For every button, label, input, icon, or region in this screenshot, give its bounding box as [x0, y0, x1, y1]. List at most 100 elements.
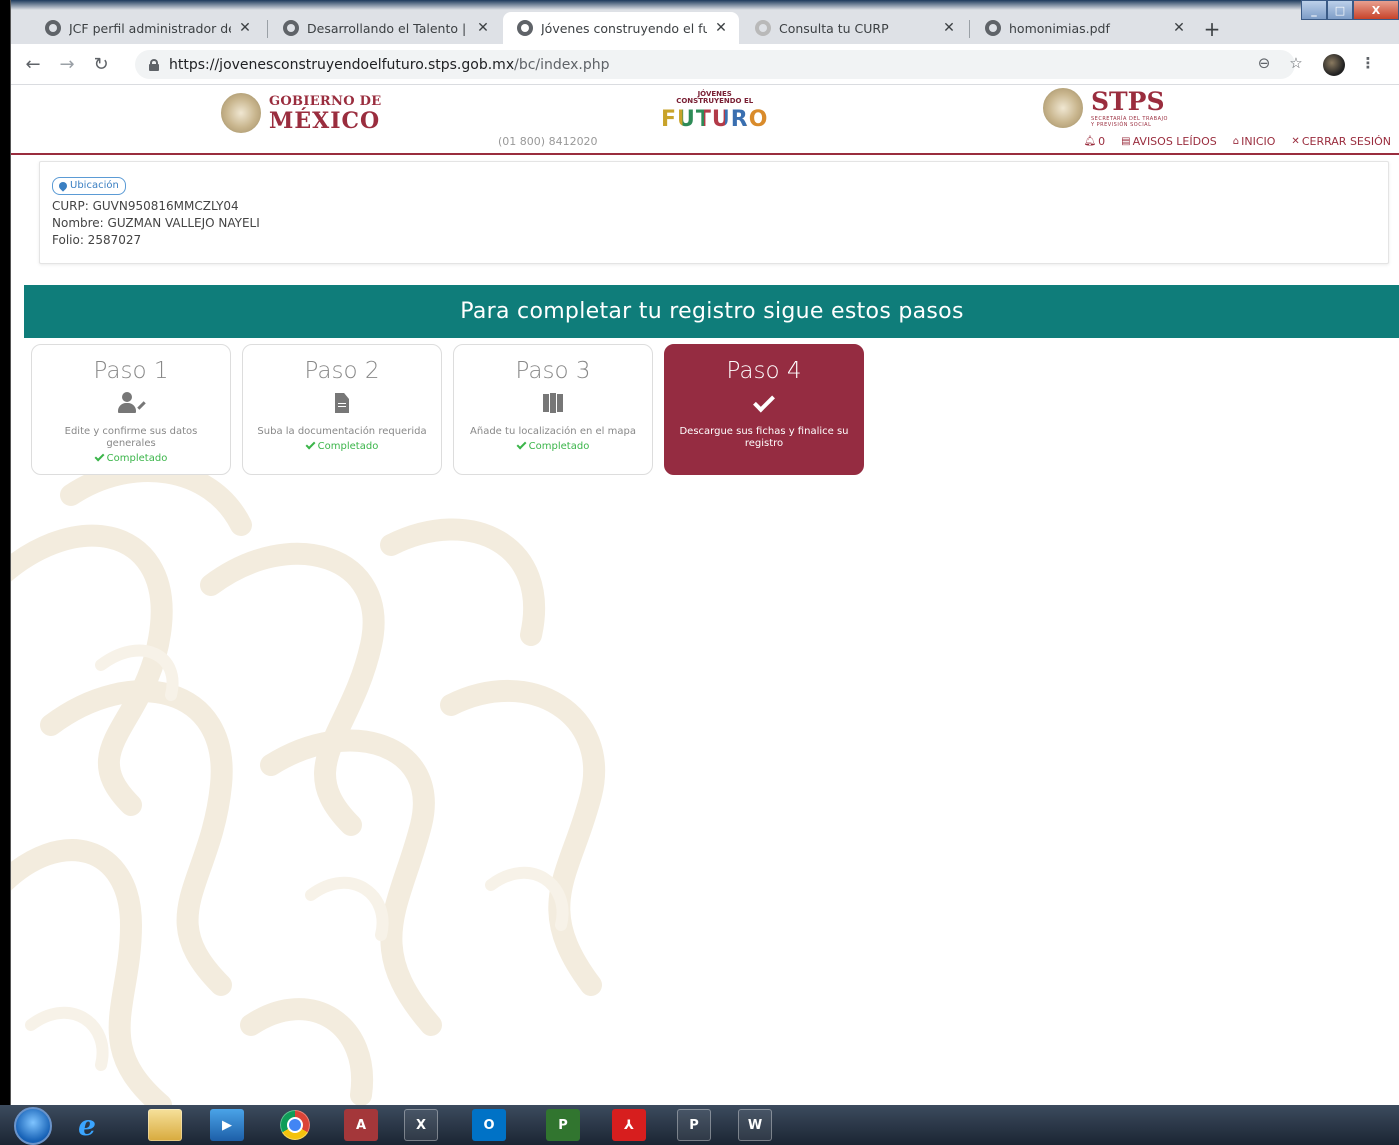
mexico-seal-icon	[1043, 88, 1083, 128]
header-nav: 🔔︎ 0 ▤ AVISOS LEÍDOS ⌂ INICIO ✕ CERRAR S…	[1083, 135, 1391, 148]
step-3-card[interactable]: Paso 3 Añade tu localización en el mapa …	[453, 344, 653, 475]
profile-avatar[interactable]	[1323, 54, 1345, 76]
globe-icon	[985, 20, 1001, 36]
tab-title: Jóvenes construyendo el futu	[541, 20, 707, 36]
step-4-card[interactable]: Paso 4 Descargue sus fichas y finalice s…	[664, 344, 864, 475]
bookmark-star-icon[interactable]: ☆	[1285, 54, 1307, 76]
file-explorer-icon[interactable]	[148, 1109, 182, 1141]
home-icon: ⌂	[1232, 136, 1240, 147]
step-desc: Añade tu localización en el mapa	[470, 426, 636, 437]
menu-kebab-icon[interactable]: ⋮	[1357, 54, 1379, 76]
close-icon[interactable]: ✕	[941, 20, 957, 36]
lock-icon[interactable]	[149, 58, 159, 71]
folio-text: Folio: 2587027	[52, 233, 142, 247]
document-icon	[335, 393, 349, 413]
close-icon[interactable]: ✕	[713, 20, 729, 36]
step-status: Completado	[32, 451, 230, 464]
bell-icon: 🔔︎	[1083, 136, 1097, 147]
map-icon	[543, 392, 563, 413]
inicio-link[interactable]: ⌂ INICIO	[1233, 135, 1276, 148]
step-status: Completado	[243, 439, 441, 452]
excel-icon[interactable]: X	[404, 1109, 438, 1141]
windows-taskbar: e ▶ A X O P ⅄ P W	[0, 1105, 1399, 1145]
tab-title: Consulta tu CURP	[779, 20, 889, 36]
step-2-card[interactable]: Paso 2 Suba la documentación requerida C…	[242, 344, 442, 475]
avisos-leidos-link[interactable]: ▤ AVISOS LEÍDOS	[1121, 135, 1217, 148]
stps-sub1: SECRETARÍA DEL TRABAJO	[1091, 115, 1168, 122]
steps-banner: Para completar tu registro sigue estos p…	[24, 285, 1399, 338]
background-pattern	[11, 465, 606, 1105]
close-icon: ✕	[1291, 136, 1300, 147]
jcf-line2: CONSTRUYENDO EL	[676, 97, 754, 106]
check-icon	[94, 451, 105, 462]
avisos-label: AVISOS LEÍDOS	[1132, 135, 1217, 148]
step-1-card[interactable]: Paso 1 Edite y confirme sus datos genera…	[31, 344, 231, 475]
notifications-count: 0	[1098, 135, 1106, 148]
window-controls: _ □ X	[1301, 0, 1399, 20]
user-edit-icon	[116, 392, 146, 414]
step-title: Paso 2	[304, 358, 380, 384]
tab-separator	[969, 20, 970, 38]
gob-line1: GOBIERNO DE	[269, 93, 382, 109]
tab-desarrollando-talento[interactable]: Desarrollando el Talento | Mé ✕	[269, 12, 501, 44]
close-icon[interactable]: ✕	[1171, 20, 1187, 36]
forward-button[interactable]: →	[53, 50, 81, 78]
powerpoint-icon[interactable]: P	[677, 1109, 711, 1141]
gob-line2: MÉXICO	[269, 107, 381, 134]
close-icon[interactable]: ✕	[237, 20, 253, 36]
gobierno-mexico-logo[interactable]: GOBIERNO DE MÉXICO	[221, 93, 381, 133]
minimize-button[interactable]: _	[1301, 0, 1327, 20]
site-header: GOBIERNO DE MÉXICO JÓVENES CONSTRUYENDO …	[11, 85, 1399, 155]
browser-toolbar: ← → ↻ https://jovenesconstruyendoelfutur…	[11, 44, 1399, 85]
internet-explorer-icon[interactable]: e	[70, 1109, 104, 1142]
stps-logo[interactable]: STPS SECRETARÍA DEL TRABAJO Y PREVISIÓN …	[1043, 88, 1168, 128]
tab-title: homonimias.pdf	[1009, 20, 1110, 36]
word-icon[interactable]: W	[738, 1109, 772, 1141]
reload-button[interactable]: ↻	[87, 50, 115, 78]
address-bar[interactable]: https://jovenesconstruyendoelfuturo.stps…	[135, 50, 1295, 79]
project-icon[interactable]: P	[546, 1109, 580, 1141]
close-window-button[interactable]: X	[1353, 0, 1399, 20]
tab-homonimias[interactable]: homonimias.pdf ✕	[971, 12, 1197, 44]
maximize-button[interactable]: □	[1327, 0, 1353, 20]
globe-icon	[517, 20, 533, 36]
map-pin-icon	[57, 180, 69, 192]
start-button[interactable]	[14, 1107, 52, 1145]
step-desc: Suba la documentación requerida	[257, 426, 427, 437]
url-host: https://jovenesconstruyendoelfuturo.stps…	[169, 56, 515, 73]
tab-jcf-admin[interactable]: JCF perfil administrador de e ✕	[31, 12, 263, 44]
tab-title: Desarrollando el Talento | Mé	[307, 20, 469, 36]
globe-icon	[283, 20, 299, 36]
ubicacion-label: Ubicación	[70, 180, 119, 191]
file-icon: ▤	[1121, 136, 1131, 147]
zoom-icon[interactable]: ⊖	[1253, 54, 1275, 76]
step-title: Paso 3	[515, 358, 591, 384]
step-title: Paso 4	[726, 358, 802, 384]
notifications-button[interactable]: 🔔︎ 0	[1083, 135, 1105, 148]
step-desc: Edite y confirme sus datos generales	[64, 426, 198, 449]
tab-title: JCF perfil administrador de e	[69, 20, 231, 36]
new-tab-button[interactable]: +	[1199, 16, 1225, 42]
stps-sub2: Y PREVISIÓN SOCIAL	[1091, 121, 1152, 128]
back-button[interactable]: ←	[19, 50, 47, 78]
nombre-text: Nombre: GUZMAN VALLEJO NAYELI	[52, 216, 260, 230]
stps-name: STPS	[1091, 86, 1165, 116]
page-content: GOBIERNO DE MÉXICO JÓVENES CONSTRUYENDO …	[11, 85, 1399, 1105]
outlook-icon[interactable]: O	[472, 1109, 506, 1141]
acrobat-icon[interactable]: ⅄	[612, 1109, 646, 1141]
tab-consulta-curp[interactable]: Consulta tu CURP ✕	[741, 12, 967, 44]
cerrar-sesion-link[interactable]: ✕ CERRAR SESIÓN	[1291, 135, 1391, 148]
jovenes-futuro-logo[interactable]: JÓVENES CONSTRUYENDO EL FUTURO	[661, 90, 768, 131]
tab-jovenes-active[interactable]: Jóvenes construyendo el futu ✕	[503, 12, 739, 44]
chrome-icon[interactable]	[280, 1110, 310, 1140]
seal-icon	[755, 20, 771, 36]
check-icon	[753, 390, 775, 412]
browser-window: JCF perfil administrador de e ✕ Desarrol…	[10, 0, 1399, 1105]
media-player-icon[interactable]: ▶	[210, 1109, 244, 1141]
step-title: Paso 1	[93, 358, 169, 384]
close-icon[interactable]: ✕	[475, 20, 491, 36]
access-icon[interactable]: A	[344, 1109, 378, 1141]
step-status: Completado	[454, 439, 652, 452]
step-desc: Descargue sus fichas y finalice su regis…	[679, 426, 849, 449]
ubicacion-button[interactable]: Ubicación	[52, 177, 126, 195]
